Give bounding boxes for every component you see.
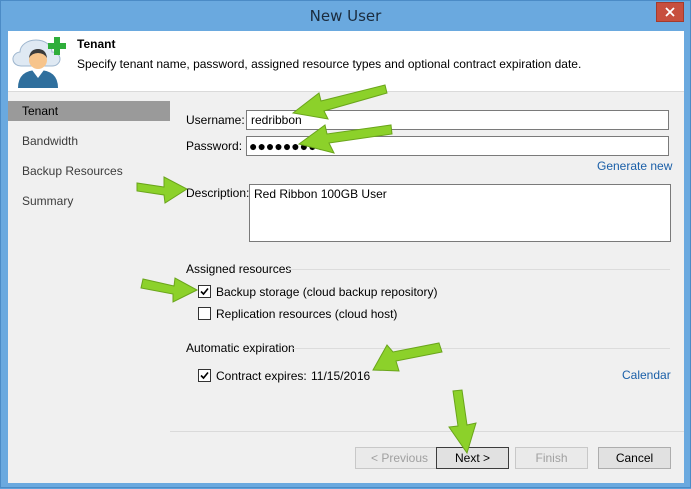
footer-divider [170,431,684,432]
header-title: Tenant [77,37,116,51]
contract-expiration-date[interactable]: 11/15/2016 [311,369,370,383]
assigned-resources-title: Assigned resources [186,262,292,276]
dialog-client-area: Tenant Specify tenant name, password, as… [8,31,684,483]
contract-expires-label[interactable]: Contract expires: [216,369,307,383]
contract-expires-checkbox[interactable] [198,369,211,382]
nav-item-summary[interactable]: Summary [8,191,170,211]
description-value: Red Ribbon 100GB User [254,187,387,201]
nav-item-bandwidth[interactable]: Bandwidth [8,131,170,151]
generate-new-link[interactable]: Generate new [597,159,672,173]
password-input[interactable]: ●●●●●●●●● [246,136,669,156]
title-bar[interactable]: New User [1,1,690,31]
close-icon [665,7,675,17]
close-button[interactable] [656,2,684,22]
assigned-resources-divider [288,269,670,270]
password-masked-value: ●●●●●●●●● [249,138,326,154]
cancel-button[interactable]: Cancel [598,447,671,469]
header-description: Specify tenant name, password, assigned … [77,57,582,71]
description-textarea[interactable]: Red Ribbon 100GB User [249,184,671,242]
password-label: Password: [186,139,243,153]
backup-storage-checkbox[interactable] [198,285,211,298]
calendar-link[interactable]: Calendar [622,368,671,382]
finish-button[interactable]: Finish [515,447,588,469]
automatic-expiration-title: Automatic expiration [186,341,295,355]
next-button[interactable]: Next > [436,447,509,469]
automatic-expiration-divider [293,348,670,349]
description-label: Description: [186,186,250,200]
nav-item-tenant[interactable]: Tenant [8,101,170,121]
wizard-header: Tenant Specify tenant name, password, as… [8,31,684,92]
checkmark-icon [200,287,209,296]
backup-storage-label[interactable]: Backup storage (cloud backup repository) [216,285,437,299]
wizard-steps-nav: Tenant Bandwidth Backup Resources Summar… [8,101,170,221]
username-label: Username: [186,113,245,127]
checkmark-icon [200,371,209,380]
new-user-window: New User Tenant Specify tenant name, pas… [0,0,691,488]
previous-button[interactable]: < Previous [355,447,444,469]
replication-resources-checkbox[interactable] [198,307,211,320]
tenant-user-add-icon [12,37,66,88]
nav-item-backup-resources[interactable]: Backup Resources [8,161,170,181]
window-title: New User [309,7,382,25]
replication-resources-label[interactable]: Replication resources (cloud host) [216,307,397,321]
username-input[interactable] [246,110,669,130]
